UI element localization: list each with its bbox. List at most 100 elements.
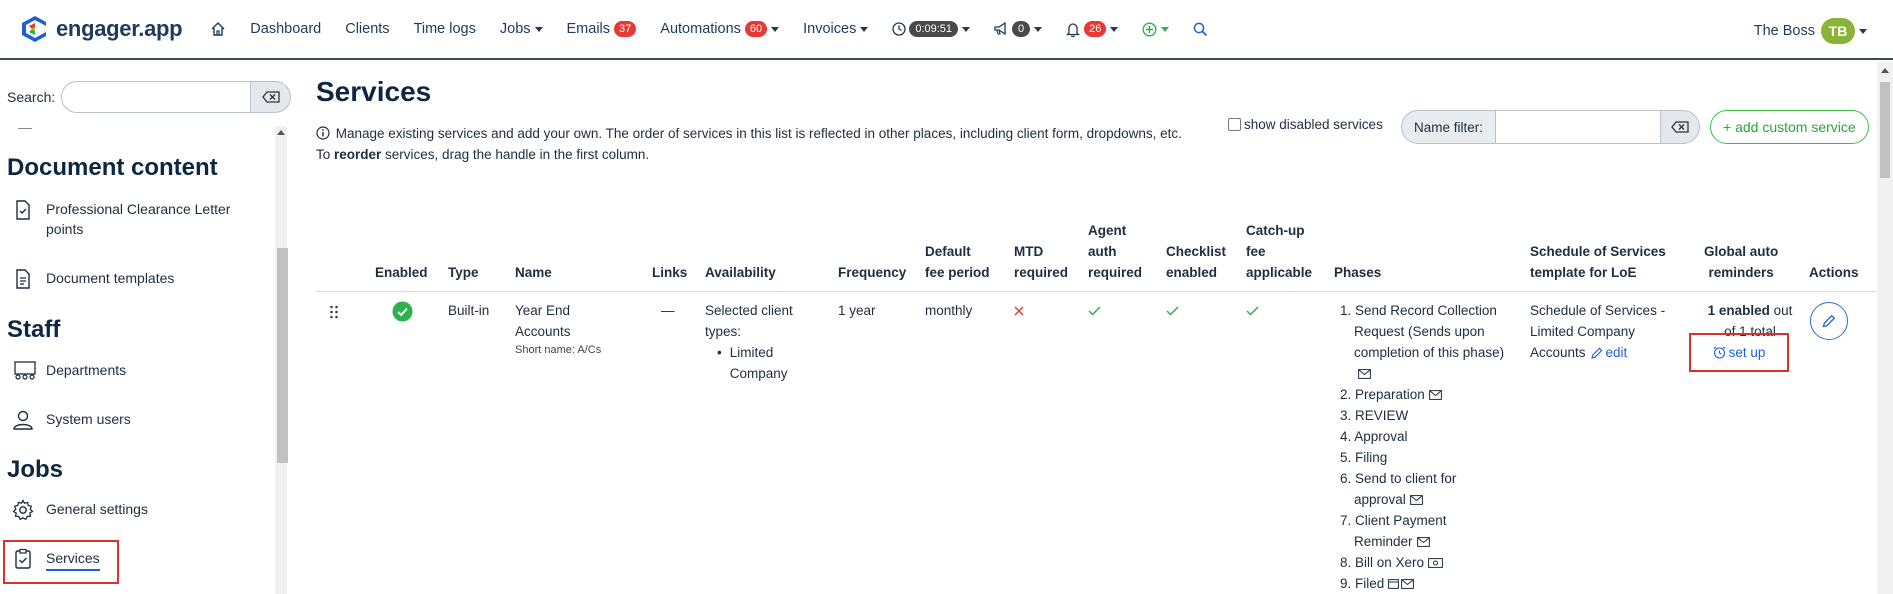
pencil-icon — [1590, 347, 1603, 359]
automations-badge: 60 — [744, 21, 768, 37]
setup-reminders-link[interactable]: set up — [1691, 335, 1787, 370]
nav-jobs[interactable]: Jobs — [500, 21, 543, 37]
page-description: Manage existing services and add your ow… — [316, 126, 1182, 162]
chevron-down-icon — [534, 26, 543, 32]
clear-filter-button[interactable] — [1660, 110, 1701, 144]
col-phases: Phases — [1334, 265, 1382, 280]
edit-schedule-link[interactable]: edit — [1590, 342, 1627, 363]
sidebar-scrollbar[interactable] — [275, 126, 288, 594]
home-icon[interactable] — [210, 21, 226, 37]
sidebar-item-general-settings[interactable]: General settings — [12, 499, 148, 521]
sidebar: Search: Document content Professional Cl… — [0, 62, 292, 594]
col-checklist: Checklist enabled — [1166, 244, 1227, 280]
departments-icon — [14, 361, 36, 380]
pencil-icon — [1822, 314, 1836, 328]
nav-announcements[interactable]: 0 — [994, 21, 1043, 37]
active-item-highlight — [3, 540, 119, 584]
show-disabled-checkbox[interactable] — [1228, 118, 1241, 131]
plus-circle-icon — [1142, 21, 1157, 37]
sidebar-item-document-templates[interactable]: Document templates — [12, 268, 174, 290]
show-disabled-toggle[interactable]: show disabled services — [1228, 117, 1383, 132]
col-catch-up: Catch-up fee applicable — [1246, 223, 1313, 280]
sidebar-item-departments[interactable]: Departments — [12, 360, 126, 382]
col-schedule: Schedule of Services template for LoE — [1530, 244, 1666, 280]
main-scroll-thumb[interactable] — [1880, 82, 1890, 178]
col-type: Type — [448, 265, 479, 280]
chevron-down-icon — [1161, 26, 1170, 32]
divider — [18, 128, 32, 129]
service-default-fee: monthly — [925, 303, 973, 318]
user-name: The Boss — [1753, 23, 1815, 39]
col-name: Name — [515, 265, 552, 280]
service-availability: Selected client types: • Limited Company — [705, 303, 793, 381]
service-type: Built-in — [448, 303, 490, 318]
nav-clients[interactable]: Clients — [345, 21, 389, 37]
scroll-up-arrow[interactable] — [277, 130, 285, 135]
enabled-check-icon[interactable] — [392, 301, 413, 322]
mail-icon — [1428, 390, 1442, 400]
sidebar-item-system-users[interactable]: System users — [12, 409, 131, 431]
col-enabled: Enabled — [375, 265, 428, 280]
file-check-icon — [16, 200, 30, 220]
name-filter-input[interactable] — [1496, 110, 1661, 144]
avatar: TB — [1821, 18, 1855, 44]
chevron-down-icon — [771, 26, 780, 32]
section-staff: Staff — [7, 316, 61, 343]
money-icon — [1428, 558, 1443, 568]
megaphone-icon — [994, 22, 1006, 36]
timer-value: 0:09:51 — [909, 21, 959, 37]
logo[interactable]: engager.app — [20, 14, 183, 44]
chevron-down-icon — [962, 26, 971, 32]
bell-icon — [1066, 22, 1081, 37]
nav-automations[interactable]: Automations 60 — [660, 21, 780, 37]
clock-icon — [892, 22, 906, 36]
user-icon — [13, 410, 33, 430]
nav-dashboard[interactable]: Dashboard — [250, 21, 321, 37]
check-icon — [1166, 306, 1179, 316]
clear-search-button[interactable] — [251, 81, 292, 113]
services-table-header: Enabled Type Name Links Availability Fre… — [316, 202, 1876, 292]
section-jobs: Jobs — [7, 456, 64, 483]
page-title: Services — [316, 76, 432, 107]
notifications-badge: 26 — [1084, 21, 1107, 37]
backspace-icon — [261, 91, 280, 103]
nav-timer[interactable]: 0:09:51 — [892, 21, 971, 37]
col-actions: Actions — [1809, 265, 1859, 280]
col-default-fee: Default fee period — [925, 244, 990, 280]
mail-icon — [1401, 579, 1415, 589]
top-navigation: engager.app Dashboard Clients Time logs … — [0, 0, 1893, 60]
check-icon — [1088, 306, 1101, 316]
search-icon[interactable] — [1193, 22, 1208, 37]
scroll-up-arrow[interactable] — [1881, 68, 1889, 73]
nav-invoices[interactable]: Invoices — [803, 21, 869, 37]
sidebar-scroll-thumb[interactable] — [277, 248, 288, 463]
section-document-content: Document content — [7, 154, 218, 181]
edit-service-button[interactable] — [1810, 302, 1848, 340]
col-frequency: Frequency — [838, 265, 907, 280]
mail-icon — [1416, 537, 1430, 547]
user-menu[interactable]: The Boss TB — [1754, 18, 1867, 44]
add-custom-service-button[interactable]: + add custom service — [1710, 110, 1869, 144]
nav-time-logs[interactable]: Time logs — [414, 21, 476, 37]
setup-reminders-highlight[interactable]: set up — [1689, 333, 1789, 372]
engager-logo-icon — [22, 16, 46, 42]
sidebar-search-input[interactable] — [61, 81, 252, 113]
chevron-down-icon — [1859, 28, 1867, 34]
sidebar-search-label: Search: — [7, 89, 56, 105]
nav-notifications[interactable]: 26 — [1066, 21, 1119, 37]
mail-icon — [1409, 495, 1423, 505]
main-scrollbar[interactable] — [1877, 62, 1893, 594]
sidebar-item-professional-clearance[interactable]: Professional Clearance Letter points — [12, 199, 236, 239]
service-phases: 1. Send Record Collection Request (Sends… — [1340, 303, 1505, 591]
info-icon — [316, 126, 330, 140]
nav-quick-add[interactable] — [1142, 21, 1170, 37]
name-filter-label: Name filter: — [1401, 110, 1497, 144]
col-links: Links — [652, 265, 688, 280]
calendar-icon — [1388, 579, 1400, 589]
gear-icon — [12, 499, 34, 521]
col-reminders: Global auto reminders — [1704, 244, 1779, 280]
drag-handle-icon[interactable] — [329, 305, 339, 319]
service-frequency: 1 year — [838, 303, 876, 318]
nav-emails[interactable]: Emails 37 — [567, 21, 637, 37]
service-name: Year End Accounts Short name: A/Cs — [515, 303, 602, 356]
